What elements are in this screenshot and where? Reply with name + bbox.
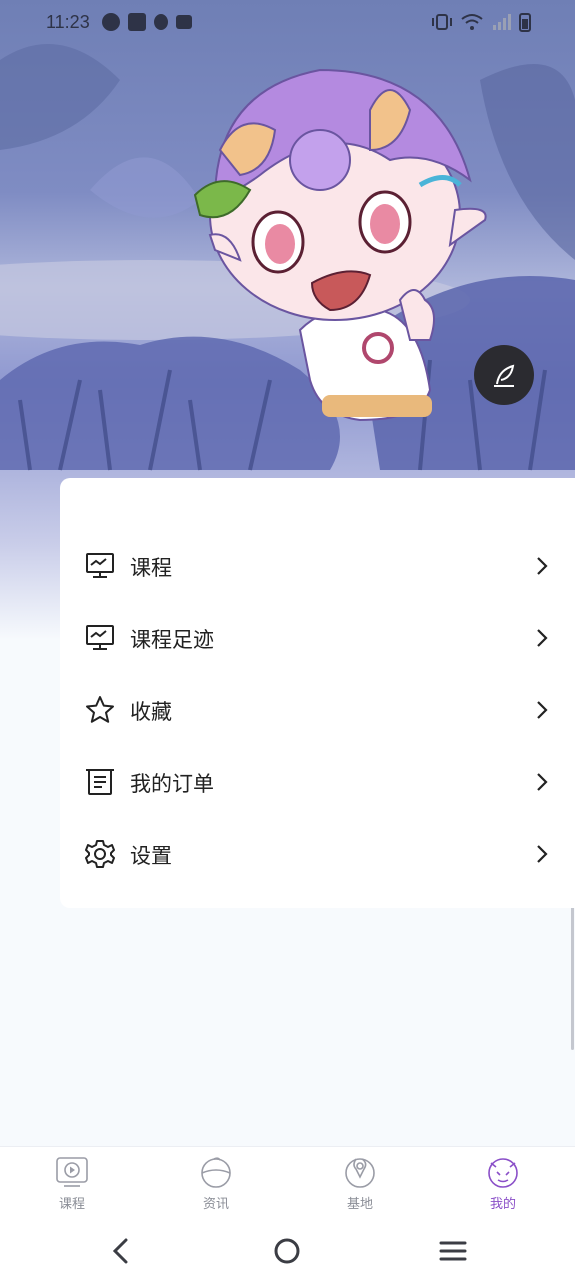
mail-icon xyxy=(128,13,146,31)
order-list-icon xyxy=(86,769,114,795)
tab-base[interactable]: 基地 xyxy=(320,1153,400,1217)
chevron-right-icon xyxy=(537,557,548,575)
home-icon[interactable] xyxy=(270,1234,304,1268)
menu-item-favorites[interactable]: 收藏 xyxy=(60,680,575,740)
status-system-icons xyxy=(431,12,531,32)
menu-item-label: 课程 xyxy=(130,556,172,580)
calendar-icon xyxy=(176,15,192,29)
wifi-icon xyxy=(461,14,483,30)
menu-item-label: 设置 xyxy=(130,844,172,868)
battery-icon xyxy=(519,13,531,32)
tab-label: 课程 xyxy=(58,1197,85,1212)
tab-news[interactable]: 资讯 xyxy=(176,1153,256,1217)
chevron-right-icon xyxy=(537,845,548,863)
gear-icon xyxy=(85,840,115,868)
monitor-icon xyxy=(86,625,114,650)
mascot-face-icon xyxy=(488,1158,518,1188)
status-notification-icons xyxy=(102,13,192,31)
tab-courses[interactable]: 课程 xyxy=(32,1153,112,1217)
menu-item-label: 收藏 xyxy=(130,700,172,724)
status-time: 11:23 xyxy=(46,12,90,32)
play-screen-icon xyxy=(56,1157,88,1187)
chevron-right-icon xyxy=(537,773,548,791)
edit-profile-button[interactable] xyxy=(474,345,534,405)
app-notification-icon xyxy=(102,13,120,31)
menu-item-my-orders[interactable]: 我的订单 xyxy=(60,752,575,812)
vibrate-icon xyxy=(432,14,452,30)
menu-item-courses[interactable]: 课程 xyxy=(60,536,575,596)
bottom-tab-bar: 课程 资讯 基地 我的 xyxy=(0,1146,575,1220)
signal-icon xyxy=(493,14,511,30)
tab-mine[interactable]: 我的 xyxy=(463,1153,543,1217)
menu-item-course-history[interactable]: 课程足迹 xyxy=(60,608,575,668)
system-navigation-bar xyxy=(0,1220,575,1280)
monitor-icon xyxy=(86,553,114,578)
back-icon[interactable] xyxy=(104,1234,138,1268)
menu-item-label: 我的订单 xyxy=(130,772,214,796)
star-icon xyxy=(86,696,114,723)
menu-item-settings[interactable]: 设置 xyxy=(60,824,575,884)
chevron-right-icon xyxy=(537,629,548,647)
tab-label: 我的 xyxy=(489,1197,516,1212)
tab-label: 基地 xyxy=(346,1197,373,1212)
map-pin-icon xyxy=(345,1158,375,1188)
chevron-right-icon xyxy=(537,701,548,719)
news-ball-icon xyxy=(201,1157,231,1188)
feather-pen-icon xyxy=(494,364,515,387)
profile-menu-card: 课程 课程足迹 收藏 我的订单 设置 xyxy=(60,478,575,908)
menu-item-label: 课程足迹 xyxy=(130,628,214,652)
tab-label: 资讯 xyxy=(202,1197,229,1212)
status-bar: 11:23 xyxy=(0,0,575,46)
menu-icon[interactable] xyxy=(436,1234,470,1268)
shield-icon xyxy=(154,14,168,30)
